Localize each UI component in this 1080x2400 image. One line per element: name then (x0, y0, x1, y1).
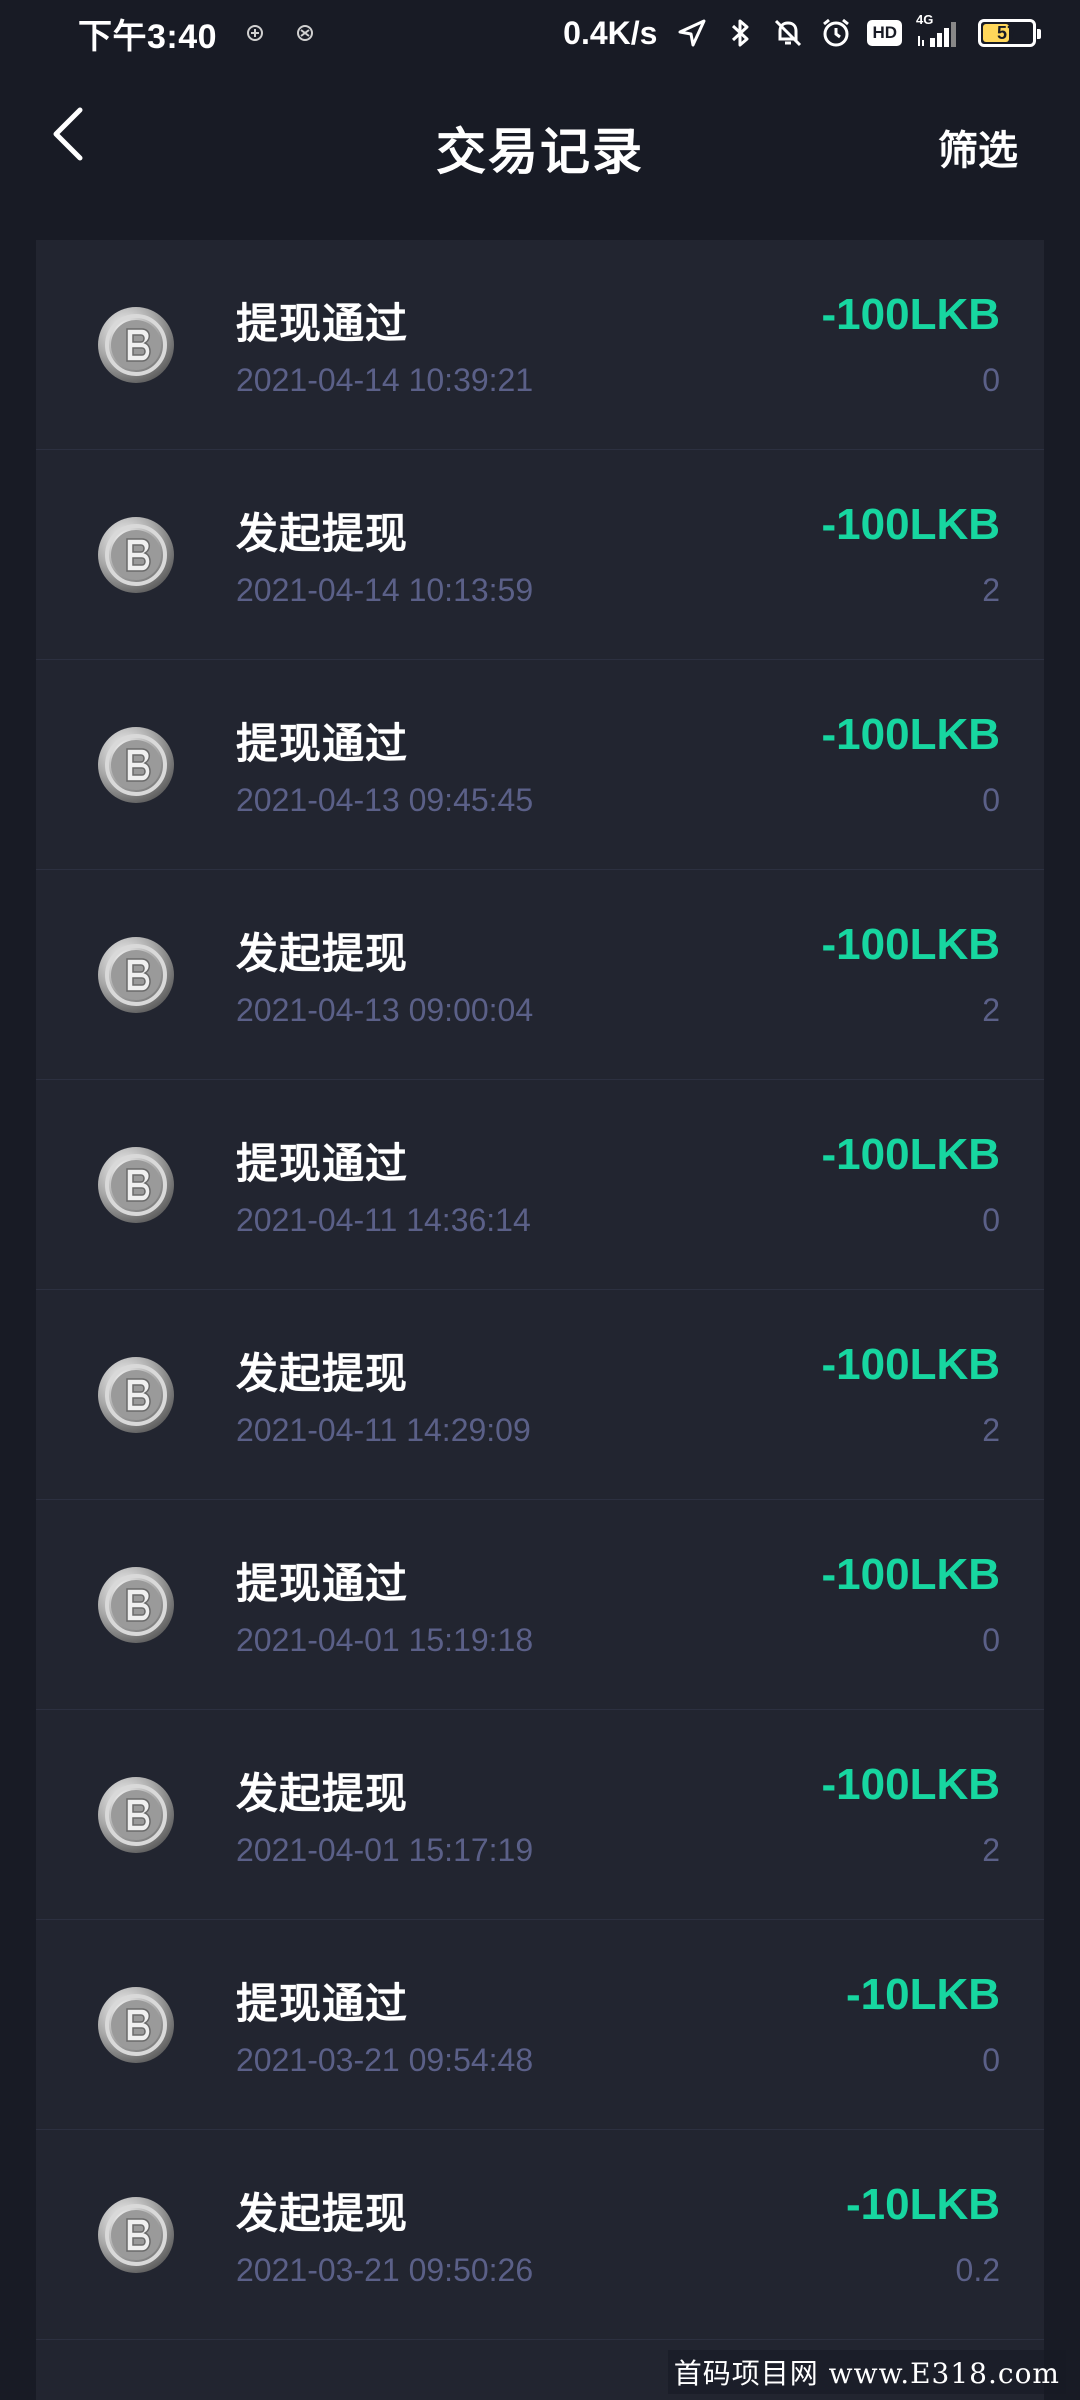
transaction-title: 发起提现 (236, 1349, 409, 1398)
location-icon (675, 16, 709, 50)
transaction-amount: -100LKB (821, 1760, 1001, 1809)
lkb-coin-icon (98, 1357, 174, 1433)
network-speed: 0.4K/s (563, 14, 658, 51)
app-notification-icon (293, 21, 317, 45)
status-time: 下午3:40 (78, 17, 218, 56)
transaction-time: 2021-04-01 15:19:18 (236, 1622, 534, 1658)
page-title: 交易记录 (436, 123, 644, 181)
lkb-coin-icon (98, 517, 174, 593)
transaction-fee: 2 (982, 572, 1000, 608)
lkb-coin-icon (98, 2197, 174, 2273)
watermark: 首码项目网 www.E318.com (667, 2350, 1066, 2394)
transaction-amount: -100LKB (821, 1340, 1001, 1389)
transaction-amount: -100LKB (821, 290, 1001, 339)
transaction-time: 2021-04-11 14:29:09 (236, 1412, 531, 1448)
transaction-time: 2021-04-14 10:13:59 (236, 572, 534, 608)
transaction-time: 2021-04-11 14:36:14 (236, 1202, 531, 1238)
transaction-row[interactable]: 发起提现 2021-04-14 10:13:59 -100LKB 2 (36, 450, 1044, 660)
transaction-row[interactable]: 发起提现 2021-04-13 09:00:04 -100LKB 2 (36, 870, 1044, 1080)
status-bar: 下午3:40 0.4K/s HD 4G 57 (0, 0, 1080, 66)
lkb-coin-icon (98, 727, 174, 803)
lkb-coin-icon (98, 1147, 174, 1223)
transaction-row[interactable]: 发起提现 2021-04-01 15:17:19 -100LKB 2 (36, 1710, 1044, 1920)
filter-button[interactable]: 筛选 (938, 118, 1018, 176)
transaction-title: 发起提现 (236, 2189, 409, 2238)
transaction-time: 2021-03-21 09:50:26 (236, 2252, 534, 2288)
transaction-title: 发起提现 (236, 1769, 409, 1818)
transaction-row[interactable]: 提现通过 2021-03-21 09:54:48 -10LKB 0 (36, 1920, 1044, 2130)
transaction-time: 2021-04-13 09:00:04 (236, 992, 534, 1028)
transaction-title: 提现通过 (236, 1139, 409, 1188)
transaction-time: 2021-04-01 15:17:19 (236, 1832, 534, 1868)
lkb-coin-icon (98, 1777, 174, 1853)
transaction-title: 提现通过 (236, 1979, 409, 2028)
alarm-icon (819, 16, 853, 50)
status-left: 下午3:40 (78, 9, 317, 58)
transaction-amount: -100LKB (821, 710, 1001, 759)
status-right: 0.4K/s HD 4G 57 (563, 12, 1041, 52)
transaction-row[interactable]: 发起提现 2021-03-21 09:50:26 -10LKB 0.2 (36, 2130, 1044, 2340)
transaction-fee: 0.2 (955, 2252, 1000, 2288)
transaction-title: 提现通过 (236, 719, 409, 768)
transaction-amount: -100LKB (821, 500, 1001, 549)
lkb-coin-icon (98, 1567, 174, 1643)
lkb-coin-icon (98, 307, 174, 383)
transaction-title: 提现通过 (236, 299, 409, 348)
transaction-row[interactable]: 提现通过 2021-04-01 15:19:18 -100LKB 0 (36, 1500, 1044, 1710)
transaction-title: 提现通过 (236, 1559, 409, 1608)
transaction-fee: 0 (982, 1202, 1000, 1238)
transaction-time: 2021-03-21 09:54:48 (236, 2042, 534, 2078)
transaction-fee: 2 (982, 1832, 1000, 1868)
transaction-fee: 0 (982, 2042, 1000, 2078)
app-notification-icon (243, 21, 267, 45)
transaction-list[interactable]: 提现通过 2021-04-14 10:39:21 -100LKB 0 发起提现 … (36, 240, 1044, 2400)
transaction-amount: -100LKB (821, 920, 1001, 969)
transaction-amount: -10LKB (845, 2180, 1000, 2229)
signal-icon: 4G (916, 12, 964, 50)
transaction-amount: -100LKB (821, 1130, 1001, 1179)
battery-icon: 57 (978, 19, 1041, 47)
transaction-row[interactable]: 发起提现 2021-04-11 14:29:09 -100LKB 2 (36, 1290, 1044, 1500)
lkb-coin-icon (98, 1987, 174, 2063)
transaction-row[interactable]: 提现通过 2021-04-14 10:39:21 -100LKB 0 (36, 240, 1044, 450)
transaction-fee: 2 (982, 1412, 1000, 1448)
mute-bell-icon (771, 16, 805, 50)
transaction-fee: 0 (982, 1622, 1000, 1658)
network-type-label: 4G (916, 12, 934, 27)
transaction-fee: 0 (982, 782, 1000, 818)
bluetooth-icon (723, 16, 757, 50)
hd-badge: HD (867, 20, 902, 46)
transaction-amount: -10LKB (845, 1970, 1000, 2019)
transaction-fee: 2 (982, 992, 1000, 1028)
transaction-amount: -100LKB (821, 1550, 1001, 1599)
transaction-title: 发起提现 (236, 509, 409, 558)
transaction-row[interactable]: 提现通过 2021-04-13 09:45:45 -100LKB 0 (36, 660, 1044, 870)
lkb-coin-icon (98, 937, 174, 1013)
transaction-row[interactable]: 提现通过 2021-04-11 14:36:14 -100LKB 0 (36, 1080, 1044, 1290)
battery-level: 57 (996, 22, 1018, 43)
transaction-fee: 0 (982, 362, 1000, 398)
transaction-title: 发起提现 (236, 929, 409, 978)
transaction-time: 2021-04-14 10:39:21 (236, 362, 534, 398)
header: 交易记录 筛选 (0, 66, 1080, 222)
transaction-time: 2021-04-13 09:45:45 (236, 782, 534, 818)
